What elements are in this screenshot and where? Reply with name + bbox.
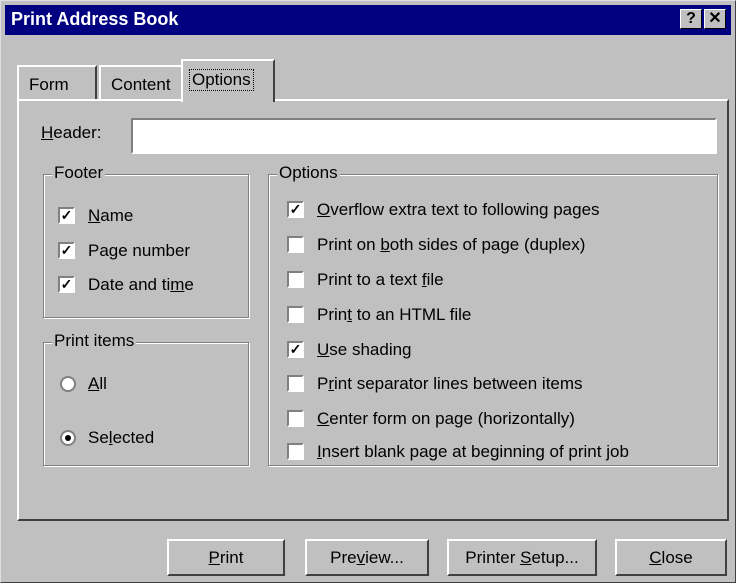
date-time-checkbox[interactable]: ✓ [58,276,75,293]
preview-button[interactable]: Preview... [305,539,429,576]
name-label: Name [88,206,134,225]
title-bar[interactable]: Print Address Book ? ✕ [5,5,731,35]
close-icon: ✕ [708,10,722,27]
print-items-group: Print items All Selected [43,331,249,466]
separator-lines-label: Print separator lines between items [317,374,583,393]
separator-lines-checkbox[interactable] [287,375,304,392]
check-icon: ✓ [60,242,73,258]
tab-form[interactable]: Form [17,65,97,101]
print-items-legend: Print items [52,331,137,351]
question-mark-icon: ? [686,10,696,27]
html-file-checkbox[interactable] [287,306,304,323]
name-checkbox[interactable]: ✓ [58,207,75,224]
check-icon: ✓ [289,201,302,217]
print-address-book-dialog: Print Address Book ? ✕ Form Content Opti… [0,0,736,583]
print-button[interactable]: Print [167,539,285,576]
printer-setup-button[interactable]: Printer Setup... [447,539,597,576]
text-file-checkbox[interactable] [287,271,304,288]
all-radio[interactable] [60,376,76,392]
close-window-button[interactable]: ✕ [704,9,726,29]
selected-radio[interactable] [60,430,76,446]
check-icon: ✓ [289,341,302,357]
all-label: All [88,374,107,393]
page-number-label: Page number [88,241,191,260]
tab-options-label: Options [189,69,254,91]
duplex-checkbox[interactable] [287,236,304,253]
overflow-checkbox[interactable]: ✓ [287,201,304,218]
header-input[interactable] [131,118,717,154]
tab-options[interactable]: Options [181,59,275,102]
dialog-title: Print Address Book [11,9,179,29]
center-form-label: Center form on page (horizontally) [317,409,575,428]
center-form-checkbox[interactable] [287,410,304,427]
text-file-label: Print to a text file [317,270,444,289]
tab-content-label: Content [111,75,171,94]
check-icon: ✓ [60,276,73,292]
blank-page-checkbox[interactable] [287,443,304,460]
options-group: Options ✓ Overflow extra text to followi… [268,163,718,466]
check-icon: ✓ [60,207,73,223]
selected-label: Selected [88,428,155,447]
shading-label: Use shading [317,340,412,359]
radio-dot-icon [65,435,71,441]
options-legend: Options [277,163,340,183]
page-number-checkbox[interactable]: ✓ [58,242,75,259]
date-time-label: Date and time [88,275,194,294]
tab-form-label: Form [29,75,69,94]
footer-legend: Footer [52,163,106,183]
help-button[interactable]: ? [680,9,702,29]
header-label: Header: [41,123,102,142]
footer-group: Footer ✓ Name ✓ Page number ✓ Date and t… [43,163,249,318]
duplex-label: Print on both sides of page (duplex) [317,235,586,254]
html-file-label: Print to an HTML file [317,305,472,324]
overflow-label: Overflow extra text to following pages [317,200,600,219]
blank-page-label: Insert blank page at beginning of print … [317,442,629,461]
shading-checkbox[interactable]: ✓ [287,341,304,358]
tab-content[interactable]: Content [99,65,183,101]
close-button[interactable]: Close [615,539,727,576]
